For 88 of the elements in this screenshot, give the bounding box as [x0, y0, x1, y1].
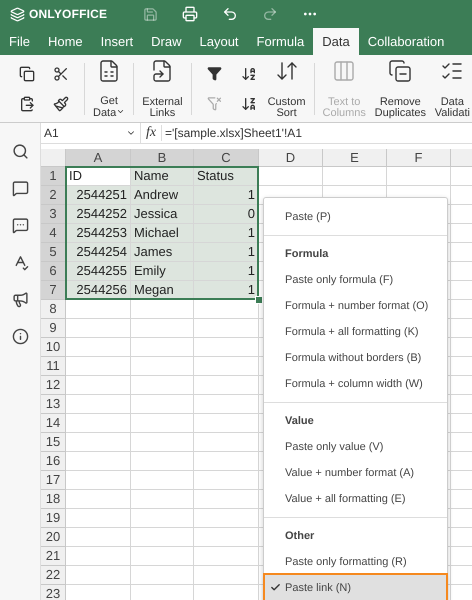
- row-header[interactable]: 17: [41, 471, 66, 490]
- column-header[interactable]: F: [387, 149, 451, 167]
- menu-tab[interactable]: Collaboration: [358, 28, 454, 55]
- external-links-button[interactable]: External Links: [140, 58, 185, 118]
- row-header[interactable]: 8: [41, 300, 66, 319]
- layers-logo-icon: [10, 6, 25, 22]
- row-header[interactable]: 2: [41, 186, 66, 205]
- menu-tab[interactable]: Home: [38, 28, 92, 55]
- table-cell: 1: [194, 262, 259, 281]
- row-header[interactable]: 18: [41, 490, 66, 509]
- row-header[interactable]: 5: [41, 243, 66, 262]
- menu-item[interactable]: Formula + column width (W): [264, 371, 447, 397]
- table-cell: Jessica: [131, 205, 194, 224]
- column-header[interactable]: A: [66, 149, 131, 167]
- copy-minus-icon: [388, 58, 412, 82]
- column-header[interactable]: B: [131, 149, 194, 167]
- name-box[interactable]: A1: [41, 123, 141, 143]
- menu-tab[interactable]: Formula: [248, 28, 314, 55]
- menu-item[interactable]: Paste (P): [264, 204, 447, 230]
- row-header[interactable]: 12: [41, 376, 66, 395]
- row-header[interactable]: 13: [41, 395, 66, 414]
- table-cell: 1: [194, 243, 259, 262]
- column-header[interactable]: D: [259, 149, 323, 167]
- row-header[interactable]: 1: [41, 167, 66, 186]
- table-cell: 1: [194, 186, 259, 205]
- get-data-button[interactable]: Get Data: [91, 58, 128, 118]
- menu-item[interactable]: Formula + all formatting (K): [264, 319, 447, 345]
- row-header[interactable]: 7: [41, 281, 66, 300]
- row-header[interactable]: 9: [41, 319, 66, 338]
- table-cell: Emily: [131, 262, 194, 281]
- row-header[interactable]: 19: [41, 509, 66, 528]
- table-cell: James: [131, 243, 194, 262]
- menu-item[interactable]: Value + number format (A): [264, 460, 447, 486]
- table-cell: Michael: [131, 224, 194, 243]
- table-cell: 2544252: [66, 205, 131, 224]
- table-cell: Name: [131, 167, 194, 186]
- menu-item[interactable]: Paste only formula (F): [264, 267, 447, 293]
- table-cell: 2544254: [66, 243, 131, 262]
- menu-item[interactable]: Value + all formatting (E): [264, 486, 447, 512]
- data-validation-button[interactable]: Data Validati: [432, 58, 472, 118]
- menu-item[interactable]: Paste only formatting (R): [264, 549, 447, 575]
- row-header[interactable]: 16: [41, 452, 66, 471]
- menu-section-header: Value: [284, 414, 315, 429]
- table-cell: 0: [194, 205, 259, 224]
- comment-icon[interactable]: [12, 180, 28, 197]
- info-icon[interactable]: [12, 328, 28, 345]
- menu-item[interactable]: Formula + number format (O): [264, 293, 447, 319]
- chat-icon[interactable]: [12, 217, 28, 234]
- column-header[interactable]: C: [194, 149, 259, 167]
- table-cell: Andrew: [131, 186, 194, 205]
- menu-item[interactable]: Paste only value (V): [264, 434, 447, 460]
- column-header[interactable]: E: [323, 149, 387, 167]
- row-header[interactable]: 4: [41, 224, 66, 243]
- menu-item[interactable]: Paste link (N): [265, 575, 446, 600]
- function-label[interactable]: fx: [141, 125, 162, 141]
- row-header[interactable]: 11: [41, 357, 66, 376]
- menu-item[interactable]: Formula without borders (B): [264, 345, 447, 371]
- row-header[interactable]: 3: [41, 205, 66, 224]
- menu-tab[interactable]: Layout: [190, 28, 248, 55]
- row-header[interactable]: 10: [41, 338, 66, 357]
- custom-sort-button[interactable]: Custom Sort: [266, 58, 308, 118]
- table-cell: 1: [194, 224, 259, 243]
- table-cell: Status: [194, 167, 259, 186]
- megaphone-icon[interactable]: [12, 291, 28, 308]
- table-cell: ID: [66, 167, 131, 186]
- menu-section-header: Other: [284, 529, 316, 544]
- columns-icon: [332, 58, 356, 82]
- row-header[interactable]: 6: [41, 262, 66, 281]
- select-all-corner[interactable]: [41, 149, 66, 167]
- row-header[interactable]: 21: [41, 547, 66, 566]
- formula-field[interactable]: ='[sample.xlsx]Sheet1'!A1: [162, 126, 302, 140]
- row-header[interactable]: 14: [41, 414, 66, 433]
- menu-tab[interactable]: File: [0, 28, 39, 55]
- table-cell: 2544255: [66, 262, 131, 281]
- remove-duplicates-button[interactable]: Remove Duplicates: [372, 58, 428, 118]
- row-header[interactable]: 23: [41, 585, 66, 600]
- app-logo: ONLYOFFICE: [29, 7, 108, 21]
- table-cell: 2544251: [66, 186, 131, 205]
- table-cell: 2544253: [66, 224, 131, 243]
- row-header[interactable]: 22: [41, 566, 66, 585]
- menu-tab[interactable]: Data: [313, 28, 359, 55]
- fill-handle[interactable]: [255, 296, 263, 304]
- search-icon[interactable]: [12, 143, 28, 160]
- menu-section-header: Formula: [284, 247, 330, 262]
- row-header[interactable]: 20: [41, 528, 66, 547]
- row-header[interactable]: 15: [41, 433, 66, 452]
- menu-tab[interactable]: Insert: [92, 28, 142, 55]
- menu-tab[interactable]: Draw: [142, 28, 190, 55]
